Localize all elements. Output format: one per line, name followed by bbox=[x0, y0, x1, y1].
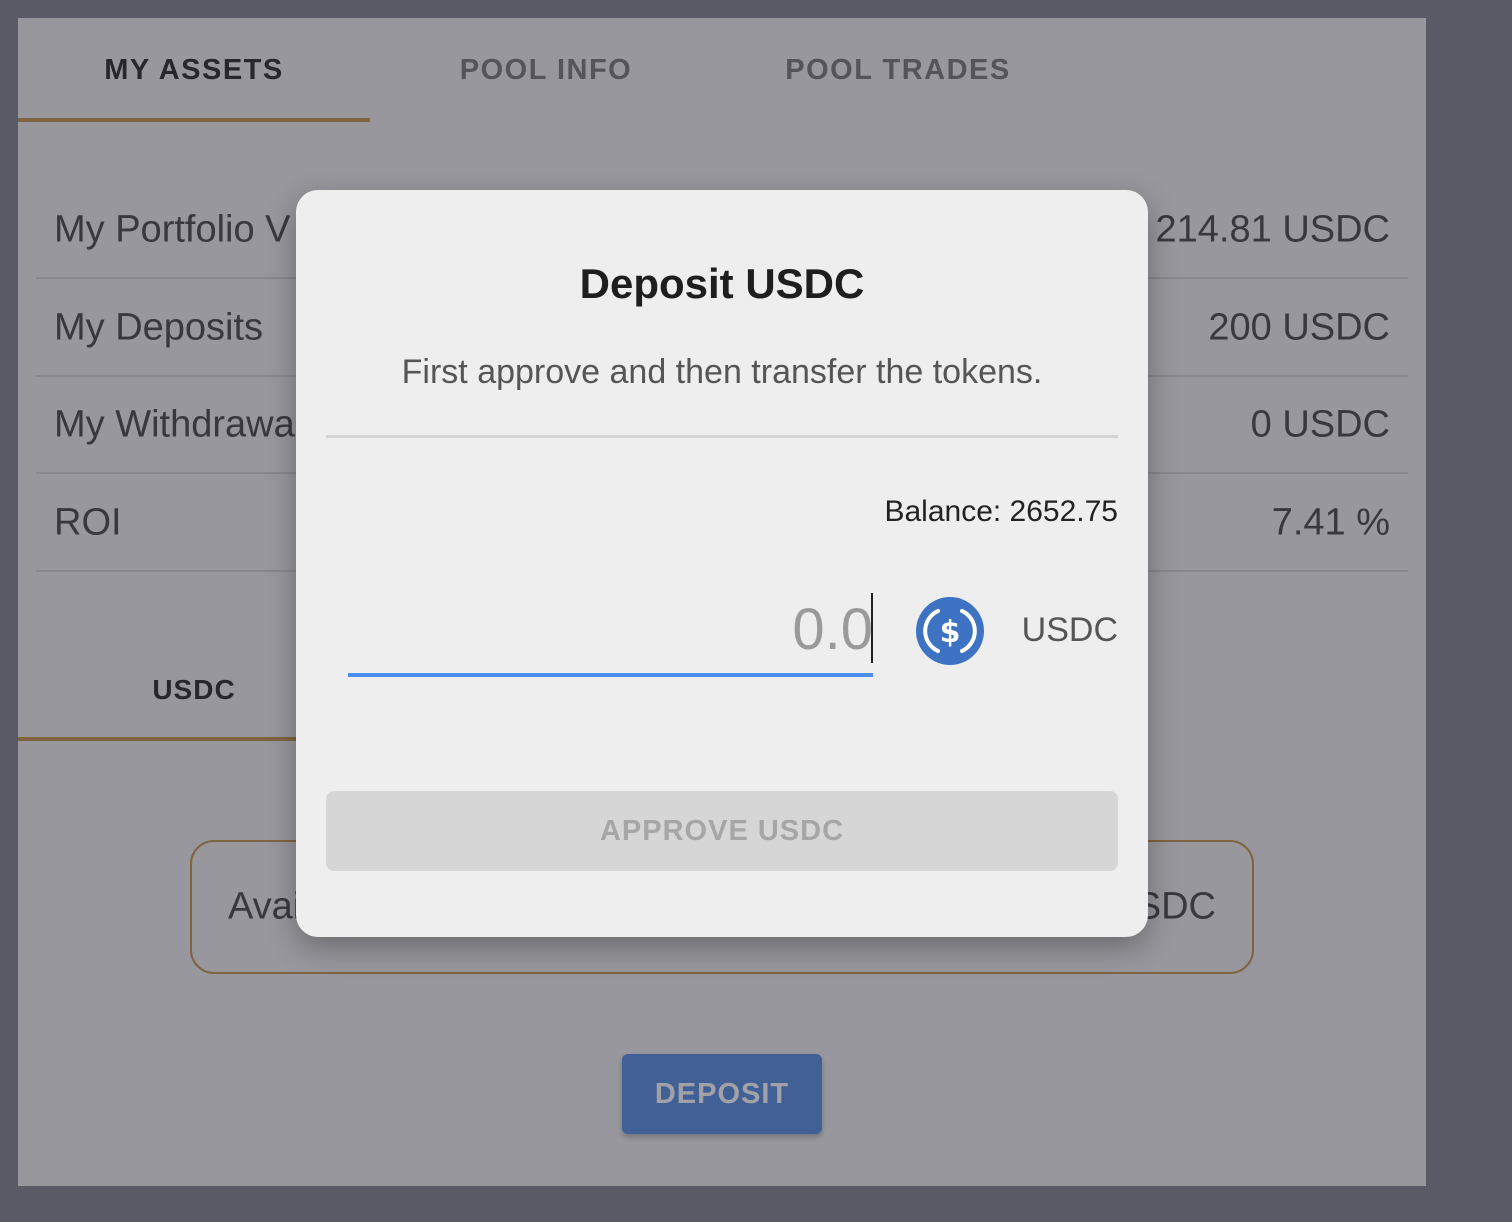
amount-field bbox=[348, 585, 873, 680]
currency-label: USDC bbox=[1021, 611, 1118, 649]
amount-input[interactable] bbox=[348, 585, 873, 677]
approve-usdc-button[interactable]: APPROVE USDC bbox=[326, 791, 1118, 871]
text-caret bbox=[871, 593, 873, 663]
dialog-subtitle: First approve and then transfer the toke… bbox=[401, 353, 1043, 391]
deposit-dialog: Deposit USDC First approve and then tran… bbox=[296, 190, 1148, 937]
usdc-icon: $ bbox=[916, 597, 984, 665]
divider bbox=[326, 435, 1118, 438]
balance-text: Balance: 2652.75 bbox=[884, 495, 1118, 528]
dialog-title: Deposit USDC bbox=[579, 260, 865, 307]
svg-text:$: $ bbox=[940, 615, 961, 650]
